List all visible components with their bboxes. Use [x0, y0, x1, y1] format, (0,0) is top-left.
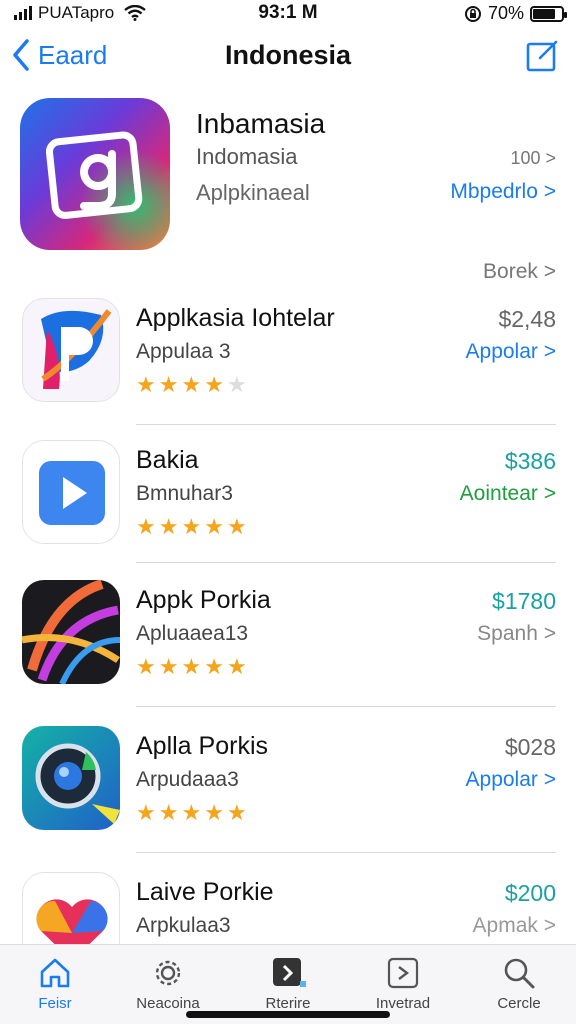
app-subtitle: Apluaaea13 [136, 622, 249, 645]
divider [136, 852, 556, 853]
app-row[interactable]: Aplla Porkis Arpudaaa3 ★ ★ ★ ★ ★ $028 Appola… [0, 726, 576, 866]
updates-icon [387, 957, 419, 989]
rotation-lock-icon [464, 5, 481, 22]
app-price: $200 [504, 880, 556, 906]
star-icon: ★ [181, 372, 202, 397]
app-name: Aplla Porkis [136, 732, 268, 760]
featured-logo-icon [45, 131, 143, 219]
app-name: Bakia [136, 446, 199, 474]
app-subtitle: Arpudaaa3 [136, 768, 239, 791]
star-icon: ★ [181, 514, 202, 539]
app-action-link[interactable]: Appolar > [466, 768, 556, 792]
app-row[interactable]: Bakia Bmnuhar3 ★ ★ ★ ★ ★ $386 Aointear > [0, 440, 576, 580]
app-name: Laive Porkie [136, 878, 274, 906]
divider [136, 706, 556, 707]
home-icon [40, 958, 70, 988]
star-icon: ★ [226, 800, 247, 825]
star-icon: ★ [204, 654, 224, 679]
app-action-link[interactable]: Aointear > [460, 482, 556, 506]
star-icon: ★ [136, 800, 156, 825]
app-row[interactable]: Applkasia Iohtelar Appulaa 3 ★ ★ ★ ★ ★ $2,48… [0, 298, 576, 438]
tab-apps[interactable]: Rterire [233, 955, 343, 1012]
app-price: $028 [504, 734, 556, 760]
rating-stars: ★ ★ ★ ★ ★ [136, 374, 247, 396]
star-icon: ★ [181, 800, 202, 825]
star-icon: ★ [226, 514, 247, 539]
tab-label: Feisr [38, 995, 72, 1012]
star-icon: ★ [136, 654, 156, 679]
star-icon: ★ [136, 372, 156, 397]
app-name: Appk Porkia [136, 586, 271, 614]
search-icon [504, 958, 535, 989]
home-indicator[interactable] [186, 1011, 390, 1018]
star-icon: ★ [136, 514, 156, 539]
tab-label: Rterire [265, 995, 311, 1012]
app-subtitle: Appulaa 3 [136, 340, 231, 363]
app-name: Applkasia Iohtelar [136, 304, 335, 332]
star-icon: ★ [158, 654, 179, 679]
featured-app-count: 100 > [510, 148, 556, 168]
tab-updates[interactable]: Invetrad [348, 955, 458, 1012]
app-subtitle: Bmnuhar3 [136, 482, 233, 505]
app-action-link[interactable]: Appolar > [466, 340, 556, 364]
tab-featured[interactable]: Feisr [0, 955, 110, 1012]
app-icon-p [22, 298, 120, 402]
app-subtitle: Arpkulaa3 [136, 914, 231, 937]
rating-stars: ★ ★ ★ ★ ★ [136, 516, 247, 538]
app-price: $1780 [492, 588, 556, 614]
app-icon-lens [22, 726, 120, 830]
app-row[interactable]: Appk Porkia Apluaaea13 ★ ★ ★ ★ ★ $1780 Spanh… [0, 580, 576, 720]
featured-app-icon [20, 98, 170, 250]
rating-stars: ★ ★ ★ ★ ★ [136, 802, 247, 824]
star-icon: ★ [158, 372, 179, 397]
star-icon: ★ [158, 800, 179, 825]
star-icon: ★ [204, 514, 224, 539]
featured-app-subtitle: Indomasia [196, 144, 298, 169]
browse-link[interactable]: Borek > [483, 260, 556, 284]
navigation-bar: Eaard Indonesia [0, 34, 576, 80]
tab-search[interactable]: Cercle [464, 955, 574, 1012]
star-icon: ★ [226, 372, 247, 397]
status-right: 70% [464, 3, 567, 24]
featured-app-category: Aplpkinaeal [196, 180, 310, 205]
tab-label: Neacoina [136, 995, 200, 1012]
featured-app-link[interactable]: Mbpedrlo > [450, 180, 556, 204]
star-icon: ★ [181, 654, 202, 679]
featured-app[interactable]: Inbamasia Indomasia Aplpkinaeal 100 > Mb… [20, 98, 560, 250]
app-action-link[interactable]: Apmak > [473, 914, 556, 938]
star-icon: ★ [204, 372, 224, 397]
battery-icon [530, 5, 567, 22]
app-icon-swirl [22, 580, 120, 684]
star-icon: ★ [158, 514, 179, 539]
app-price: $386 [504, 448, 556, 474]
featured-app-title: Inbamasia [196, 108, 326, 139]
app-icon-play [22, 440, 120, 544]
star-icon: ★ [226, 654, 247, 679]
star-icon: ★ [204, 800, 224, 825]
rating-stars: ★ ★ ★ ★ ★ [136, 656, 247, 678]
tab-label: Invetrad [375, 995, 431, 1012]
tab-categories[interactable]: Neacoina [113, 955, 223, 1012]
divider [136, 424, 556, 425]
tab-label: Cercle [497, 995, 541, 1012]
play-box-icon [273, 958, 306, 987]
app-action-link[interactable]: Spanh > [477, 622, 556, 646]
divider [136, 562, 556, 563]
compose-icon[interactable] [526, 38, 560, 72]
battery-percent: 70% [487, 3, 524, 23]
status-bar: PUATapro 93:1 M 70% [0, 0, 576, 26]
page-title: Indonesia [224, 40, 352, 70]
gear-icon [155, 960, 181, 986]
app-price: $2,48 [498, 306, 556, 332]
